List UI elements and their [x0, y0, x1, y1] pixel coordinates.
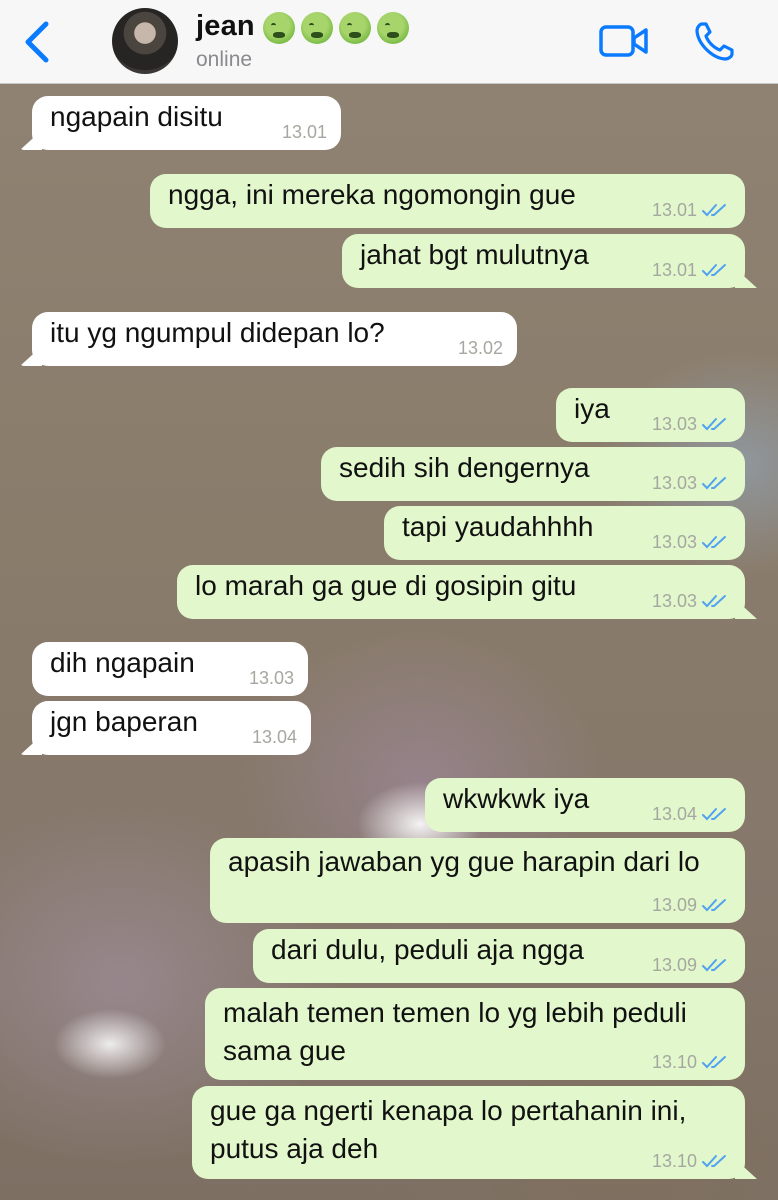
message-bubble-incoming[interactable]: dih ngapain 13.03	[32, 642, 308, 696]
timestamp: 13.01	[651, 200, 697, 220]
message-bubble-outgoing[interactable]: tapi yaudahhhh 13.03	[384, 506, 745, 560]
chat-area[interactable]: ngapain disitu 13.01 ngga, ini mereka ng…	[0, 84, 778, 1200]
message-time: 13.09	[652, 895, 729, 915]
message-text: ngga, ini mereka ngomongin gue	[168, 179, 576, 210]
read-ticks-icon	[702, 264, 726, 277]
timestamp: 13.04	[651, 804, 697, 824]
message-bubble-outgoing[interactable]: gue ga ngerti kenapa lo pertahanin ini, …	[192, 1086, 745, 1179]
read-ticks-icon	[702, 536, 726, 549]
phone-icon	[695, 22, 734, 61]
message-bubble-outgoing[interactable]: malah temen temen lo yg lebih peduli sam…	[205, 988, 745, 1080]
read-ticks-icon	[702, 959, 726, 972]
nauseated-face-icon	[300, 12, 333, 45]
timestamp: 13.03	[248, 668, 294, 688]
emoji-row	[257, 11, 409, 45]
video-camera-icon	[599, 25, 648, 57]
message-bubble-outgoing[interactable]: apasih jawaban yg gue harapin dari lo 13…	[210, 838, 745, 923]
message-text: gue ga ngerti kenapa lo pertahanin ini, …	[210, 1095, 687, 1164]
nauseated-face-icon	[376, 12, 409, 45]
video-call-button[interactable]	[598, 24, 650, 58]
message-time: 13.04	[652, 804, 729, 824]
chevron-left-icon	[25, 21, 49, 63]
message-bubble-outgoing[interactable]: wkwkwk iya 13.04	[425, 778, 745, 832]
message-time: 13.10	[652, 1052, 729, 1072]
message-time: 13.03	[652, 591, 729, 611]
read-ticks-icon	[702, 899, 726, 912]
read-ticks-icon	[702, 477, 726, 490]
timestamp: 13.04	[251, 727, 297, 747]
message-time: 13.01	[652, 200, 729, 220]
avatar[interactable]	[112, 8, 178, 74]
message-bubble-outgoing[interactable]: dari dulu, peduli aja ngga 13.09	[253, 929, 745, 983]
timestamp: 13.10	[651, 1052, 697, 1072]
contact-name[interactable]: jean	[196, 10, 409, 45]
contact-name-text: jean	[196, 10, 255, 42]
message-time: 13.03	[652, 414, 729, 434]
timestamp: 13.01	[281, 122, 327, 142]
message-time: 13.03	[249, 668, 294, 688]
timestamp: 13.09	[651, 955, 697, 975]
message-time: 13.01	[282, 122, 327, 142]
contact-status: online	[196, 48, 253, 71]
voice-call-button[interactable]	[692, 20, 736, 64]
nauseated-face-icon	[262, 12, 295, 45]
message-bubble-incoming[interactable]: jgn baperan 13.04	[32, 701, 311, 755]
message-time: 13.02	[458, 338, 503, 358]
read-ticks-icon	[702, 595, 726, 608]
timestamp: 13.09	[651, 895, 697, 915]
message-text: lo marah ga gue di gosipin gitu	[195, 570, 577, 601]
nauseated-face-icon	[338, 12, 371, 45]
read-ticks-icon	[702, 1056, 726, 1069]
timestamp: 13.03	[651, 532, 697, 552]
read-ticks-icon	[702, 1155, 726, 1168]
message-bubble-outgoing[interactable]: sedih sih dengernya 13.03	[321, 447, 745, 501]
message-text: itu yg ngumpul didepan lo?	[50, 317, 385, 348]
message-time: 13.10	[652, 1151, 729, 1171]
read-ticks-icon	[702, 808, 726, 821]
message-text: apasih jawaban yg gue harapin dari lo	[228, 846, 700, 877]
message-bubble-outgoing[interactable]: iya 13.03	[556, 388, 745, 442]
message-bubble-outgoing[interactable]: jahat bgt mulutnya 13.01	[342, 234, 745, 288]
message-bubble-outgoing[interactable]: lo marah ga gue di gosipin gitu 13.03	[177, 565, 745, 619]
message-time: 13.03	[652, 532, 729, 552]
back-button[interactable]	[20, 20, 56, 64]
read-ticks-icon	[702, 204, 726, 217]
message-bubble-outgoing[interactable]: ngga, ini mereka ngomongin gue 13.01	[150, 174, 745, 228]
message-time: 13.04	[252, 727, 297, 747]
timestamp: 13.10	[651, 1151, 697, 1171]
message-time: 13.01	[652, 260, 729, 280]
timestamp: 13.03	[651, 591, 697, 611]
message-bubble-incoming[interactable]: ngapain disitu 13.01	[32, 96, 341, 150]
chat-header: jean online	[0, 0, 778, 84]
timestamp: 13.03	[651, 473, 697, 493]
timestamp: 13.01	[651, 260, 697, 280]
timestamp: 13.02	[457, 338, 503, 358]
message-bubble-incoming[interactable]: itu yg ngumpul didepan lo? 13.02	[32, 312, 517, 366]
read-ticks-icon	[702, 418, 726, 431]
message-time: 13.09	[652, 955, 729, 975]
message-time: 13.03	[652, 473, 729, 493]
timestamp: 13.03	[651, 414, 697, 434]
